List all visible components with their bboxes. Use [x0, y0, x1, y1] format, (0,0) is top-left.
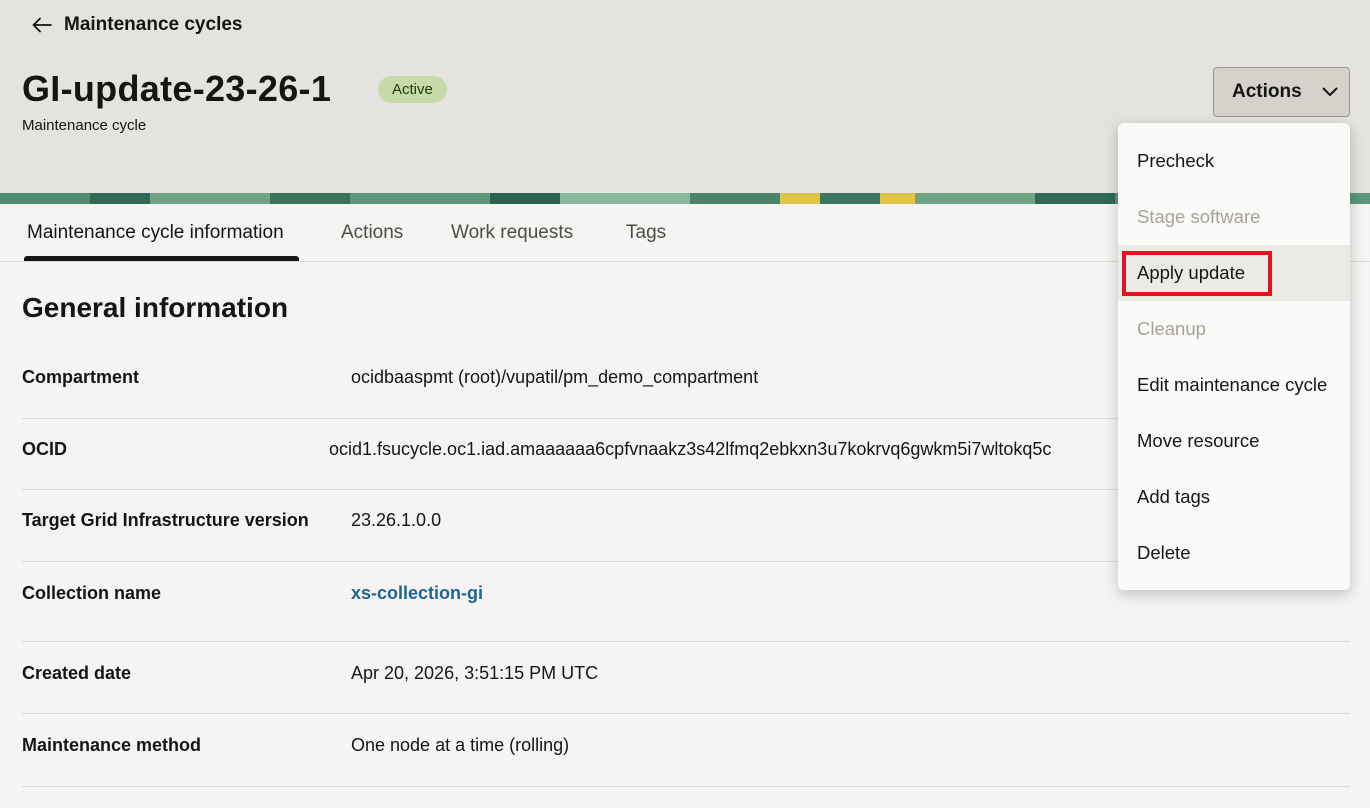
page-subtitle: Maintenance cycle — [22, 117, 147, 134]
detail-value: ocidbaaspmt (root)/vupatil/pm_demo_compa… — [351, 367, 759, 387]
row-divider — [22, 786, 1350, 787]
tab-actions[interactable]: Actions — [341, 204, 403, 262]
menu-item-edit-maintenance-cycle[interactable]: Edit maintenance cycle — [1118, 357, 1350, 413]
menu-item-delete[interactable]: Delete — [1118, 525, 1350, 581]
row-divider — [22, 713, 1350, 714]
status-badge: Active — [378, 76, 447, 103]
menu-item-stage-software: Stage software — [1137, 206, 1261, 227]
back-link[interactable]: Maintenance cycles — [32, 14, 242, 36]
tab-maintenance-cycle-information[interactable]: Maintenance cycle information — [27, 204, 284, 262]
detail-label: Target Grid Infrastructure version — [22, 510, 309, 530]
ocid-value-clip: ocid1.fsucycle.oc1.iad.amaaaaaa6cpfvnaak… — [329, 439, 1117, 463]
detail-label: Created date — [22, 663, 132, 683]
actions-button[interactable]: Actions — [1213, 67, 1350, 117]
detail-value-ocid: ocid1.fsucycle.oc1.iad.amaaaaaa6cpfvnaak… — [329, 439, 1052, 459]
menu-item-move-resource[interactable]: Move resource — [1118, 413, 1350, 469]
detail-label: Collection name — [22, 583, 162, 603]
detail-value: Apr 20, 2026, 3:51:15 PM UTC — [351, 663, 599, 683]
actions-menu: Precheck Stage software Apply update Cle… — [1118, 123, 1350, 590]
back-link-label: Maintenance cycles — [64, 14, 243, 35]
menu-item-apply-update[interactable]: Apply update — [1118, 245, 1350, 301]
arrow-left-icon — [32, 17, 52, 33]
menu-item-add-tags[interactable]: Add tags — [1118, 469, 1350, 525]
tab-tags[interactable]: Tags — [626, 204, 666, 262]
detail-value: 23.26.1.0.0 — [351, 510, 442, 530]
actions-button-label: Actions — [1232, 81, 1302, 102]
chevron-down-icon — [1322, 87, 1338, 97]
page-title: GI-update-23-26-1 — [22, 68, 332, 109]
detail-label: Maintenance method — [22, 735, 202, 755]
detail-value: One node at a time (rolling) — [351, 735, 570, 755]
detail-label: Compartment — [22, 367, 140, 387]
section-title: General information — [22, 292, 289, 323]
detail-label: OCID — [22, 439, 67, 459]
menu-item-precheck[interactable]: Precheck — [1118, 133, 1350, 189]
collection-link[interactable]: xs-collection-gi — [351, 583, 483, 604]
highlight-box — [1122, 251, 1272, 296]
row-divider — [22, 641, 1350, 642]
menu-item-cleanup: Cleanup — [1137, 318, 1206, 339]
active-tab-indicator — [24, 256, 299, 261]
tab-work-requests[interactable]: Work requests — [451, 204, 573, 262]
